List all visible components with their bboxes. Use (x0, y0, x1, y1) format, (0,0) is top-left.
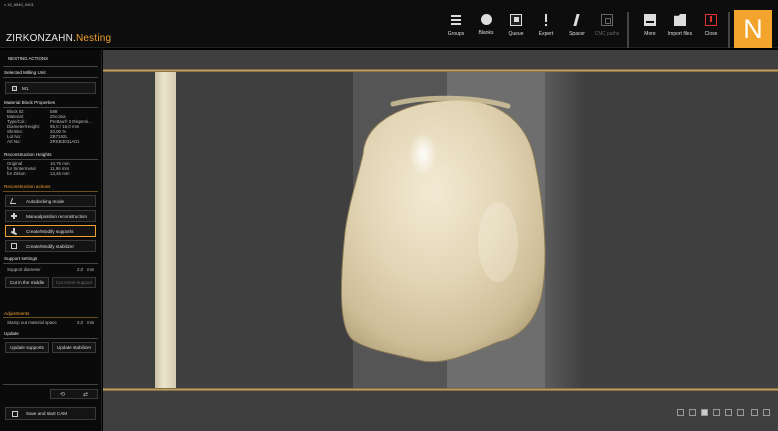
stamp-out-label: Stamp out material space (7, 320, 57, 325)
cnc-paths-icon (601, 14, 613, 26)
milling-unit-icon (12, 86, 17, 91)
milling-unit-selector[interactable]: M1 (5, 82, 96, 94)
divider (3, 317, 98, 318)
menu-icon (450, 14, 462, 26)
view-front-icon[interactable] (689, 409, 696, 416)
close-label: Close (704, 31, 718, 37)
divider (3, 384, 98, 385)
nesting-logo-letter: N (743, 14, 763, 44)
autodocking-label: Autodocking mode (26, 199, 65, 204)
specular-highlight (409, 132, 437, 176)
spacer-icon (571, 14, 583, 26)
more-icon (644, 14, 656, 26)
top-bar: v 15_6540_0401 ZIRKONZAHN.Nesting Groups… (0, 0, 778, 48)
save-label: Save and start CAM (26, 411, 68, 416)
supports-label: Create/Modify supports (26, 229, 74, 234)
3d-viewport[interactable] (103, 50, 778, 431)
support-diameter-label: Support diameter (7, 267, 41, 272)
update-supports-button[interactable]: Update supports (5, 342, 49, 353)
support-diameter-unit: mm (87, 267, 95, 272)
reconstruction-actions-title: Reconstruction actions (4, 184, 51, 189)
view-grid-icon[interactable] (751, 409, 758, 416)
spacer-button[interactable]: Spacer (562, 14, 592, 44)
more-button[interactable]: More (635, 14, 665, 44)
milling-unit-value: M1 (22, 86, 29, 91)
manual-position-button[interactable]: Manualposition reconstruction (5, 210, 96, 222)
queue-icon (510, 14, 522, 26)
import-files-label: Import files (667, 31, 693, 37)
brand-name: ZIRKONZAHN. (6, 33, 76, 44)
close-button[interactable]: Close (696, 14, 726, 44)
spacer-label: Spacer (569, 31, 585, 37)
import-files-button[interactable]: Import files (665, 14, 695, 44)
manual-position-label: Manualposition reconstruction (26, 214, 88, 219)
panel-header: NESTING ACTIONS (8, 56, 49, 61)
expert-button[interactable]: Expert (531, 14, 561, 44)
divider (3, 66, 98, 67)
queue-button[interactable]: Queue (501, 14, 531, 44)
blanks-label: Blanks (478, 30, 494, 36)
toolbar-separator (627, 12, 629, 48)
create-modify-supports-button[interactable]: Create/Modify supports (5, 225, 96, 237)
view-left-icon[interactable] (677, 409, 684, 416)
stabilizer-icon (11, 243, 17, 249)
stamp-out-value[interactable]: 3,0 (77, 320, 83, 325)
divider (3, 107, 98, 108)
divider (3, 338, 98, 339)
cnc-paths-label: CNC paths (594, 31, 620, 37)
stabilizer-rod (155, 72, 176, 390)
toolbar-separator (728, 12, 730, 48)
nesting-logo: N (734, 10, 772, 48)
update-title: Update (4, 331, 19, 336)
view-toolbar (677, 408, 773, 420)
tooth-crown-model[interactable] (323, 92, 563, 372)
stabilizer-label: Create/Modify stabilizer (26, 244, 74, 249)
cut-in-middle-button[interactable]: Cut in the middle (5, 277, 49, 288)
groups-button[interactable]: Groups (441, 14, 471, 44)
view-back-icon[interactable] (725, 409, 732, 416)
supports-icon (11, 228, 17, 234)
app-logo: ZIRKONZAHN.Nesting (6, 33, 111, 44)
cut-entire-support-button[interactable]: Cut entire support (52, 277, 96, 288)
support-settings-title: Support settings (4, 256, 38, 261)
divider (3, 77, 98, 78)
support-diameter-value[interactable]: 2,0 (77, 267, 83, 272)
create-modify-stabilizer-button[interactable]: Create/Modify stabilizer (5, 240, 96, 252)
stamp-out-unit: mm (87, 320, 95, 325)
save-and-start-cam-button[interactable]: Save and start CAM (5, 407, 96, 420)
divider (3, 191, 98, 192)
cnc-paths-button[interactable]: CNC paths (592, 14, 622, 44)
update-stabilizer-button[interactable]: Update stabilizer (52, 342, 96, 353)
divider (3, 159, 98, 160)
autodocking-icon (9, 198, 19, 204)
blank-bottom-edge (103, 388, 778, 391)
expert-label: Expert (538, 31, 554, 37)
rotate-view-buttons[interactable]: ⟲ ⇄ (50, 389, 98, 399)
exclamation-icon (540, 14, 552, 26)
blank-disc-icon (480, 14, 492, 25)
zoom-fit-icon[interactable] (763, 409, 770, 416)
view-bottom-icon[interactable] (713, 409, 720, 416)
divider (3, 263, 98, 264)
blanks-button[interactable]: Blanks (471, 14, 501, 44)
nesting-actions-panel: NESTING ACTIONS Selected Milling Unit M1… (0, 50, 102, 431)
more-label: More (644, 31, 656, 37)
rotate-left-icon[interactable]: ⟲ (60, 390, 65, 400)
milling-unit-title: Selected Milling Unit (4, 70, 46, 75)
reconstruction-heights-title: Reconstruction Heights (4, 152, 52, 157)
move-icon (11, 213, 17, 219)
save-icon (12, 411, 18, 417)
power-icon (705, 14, 717, 26)
block-properties-title: Material Block Properties (4, 100, 56, 105)
view-top-icon[interactable] (701, 409, 708, 416)
view-right-icon[interactable] (737, 409, 744, 416)
queue-label: Queue (508, 31, 524, 37)
rotate-right-icon[interactable]: ⇄ (83, 390, 88, 400)
groups-label: Groups (447, 31, 465, 37)
autodocking-mode-button[interactable]: Autodocking mode (5, 195, 96, 207)
window-title: v 15_6540_0401 (4, 2, 34, 7)
folder-icon (674, 14, 686, 26)
product-name: Nesting (75, 33, 112, 44)
